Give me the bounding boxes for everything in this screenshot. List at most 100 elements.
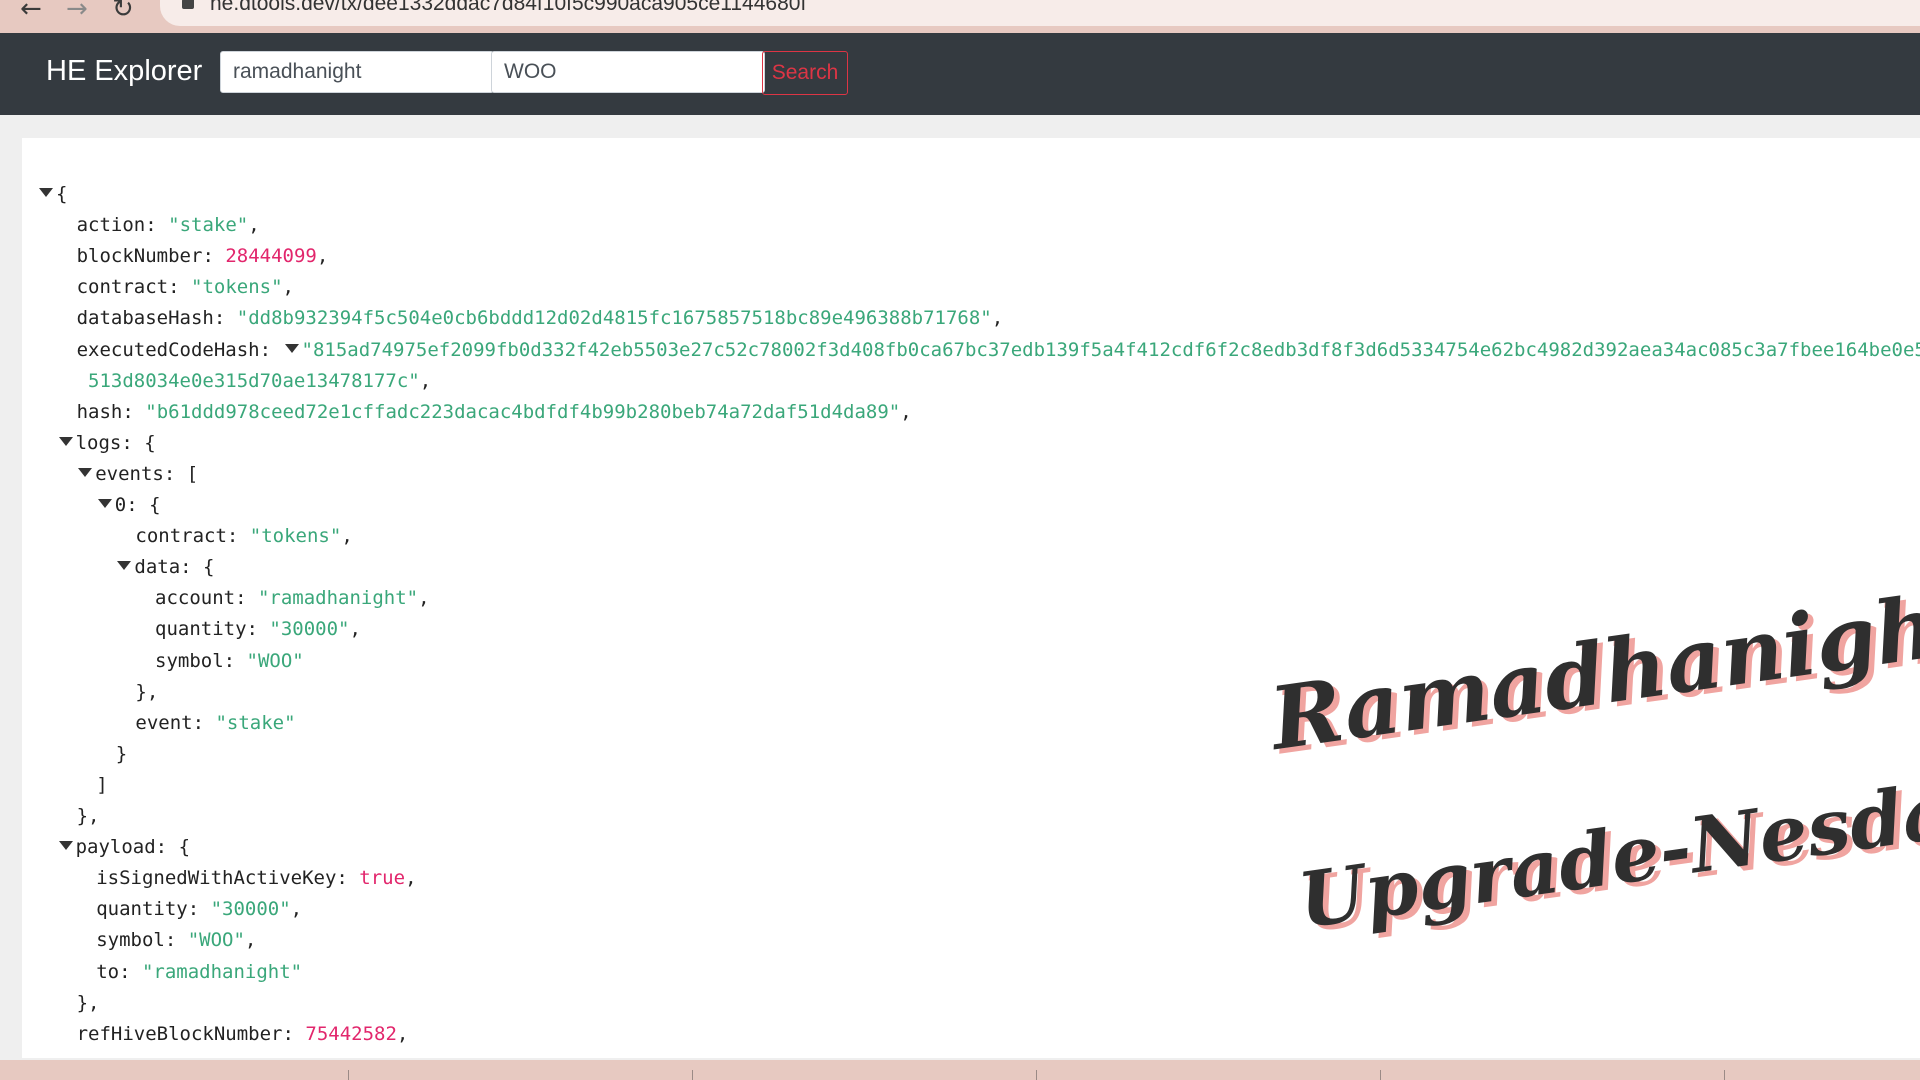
collapse-toggle-icon[interactable] xyxy=(58,841,73,851)
json-line: } xyxy=(116,739,127,770)
json-separator: : xyxy=(121,431,145,454)
json-value: "dd8b932394f5c504e0cb6bddd12d02d4815fc16… xyxy=(236,307,992,330)
json-key: logs xyxy=(75,431,122,454)
json-punct: , xyxy=(419,369,432,392)
json-separator: : xyxy=(336,867,360,890)
brand-title[interactable]: HE Explorer xyxy=(46,55,202,88)
json-punct: , xyxy=(396,1022,409,1045)
json-line: databaseHash: "dd8b932394f5c504e0cb6bddd… xyxy=(77,303,1004,334)
json-separator: : xyxy=(164,929,188,952)
collapse-toggle-icon[interactable] xyxy=(284,343,299,353)
collapse-toggle-icon[interactable] xyxy=(78,467,93,477)
address-bar[interactable]: he.dtools.dev/tx/dee1332ddac7d84f10f5c99… xyxy=(160,0,1920,26)
json-key: refHiveBlockNumber xyxy=(76,1022,283,1045)
json-line: }, xyxy=(135,677,158,708)
json-punct: , xyxy=(290,898,303,921)
json-separator: : xyxy=(246,618,270,641)
json-separator: : xyxy=(155,836,179,859)
url-text: he.dtools.dev/tx/dee1332ddac7d84f10f5c99… xyxy=(210,0,807,15)
json-separator: : xyxy=(235,587,258,610)
json-key: isSignedWithActiveKey xyxy=(96,867,337,890)
json-separator: : xyxy=(126,494,150,516)
json-key: executedCodeHash xyxy=(76,338,260,361)
json-key: to xyxy=(96,960,120,983)
json-line: hash: "b61ddd978ceed72e1cffadc223dacac4b… xyxy=(77,397,912,428)
search-button[interactable]: Search xyxy=(762,51,848,95)
json-value: { xyxy=(178,836,191,859)
json-line: contract: "tokens", xyxy=(77,272,294,303)
json-key: symbol xyxy=(155,649,224,672)
account-input[interactable] xyxy=(220,51,494,93)
json-value: "30000" xyxy=(210,898,291,921)
json-line: logs: { xyxy=(58,428,156,459)
collapse-toggle-icon[interactable] xyxy=(97,499,112,508)
json-value: "WOO" xyxy=(187,929,245,952)
json-key: symbol xyxy=(96,929,165,952)
collapse-toggle-icon[interactable] xyxy=(39,188,53,197)
json-value: ] xyxy=(96,773,108,796)
json-key: payload xyxy=(75,836,156,859)
json-line: ] xyxy=(96,770,107,801)
json-line: symbol: "WOO", xyxy=(96,925,256,956)
json-separator: : xyxy=(259,338,283,361)
json-value: "WOO" xyxy=(246,649,304,672)
collapse-toggle-icon[interactable] xyxy=(58,436,73,446)
json-value: "tokens" xyxy=(249,525,342,548)
taskbar-divider xyxy=(1724,1070,1725,1080)
json-line: }, xyxy=(77,988,100,1019)
json-key: contract xyxy=(76,276,169,299)
lock-icon xyxy=(182,0,194,9)
json-separator: : xyxy=(223,649,247,672)
json-value: "815ad74975ef2099fb0d332f42eb5503e27c52c… xyxy=(301,338,1920,361)
json-line: blockNumber: 28444099, xyxy=(77,241,329,272)
json-value: 28444099 xyxy=(225,245,317,268)
json-key: quantity xyxy=(96,898,188,921)
json-key: action xyxy=(76,214,146,237)
json-value: }, xyxy=(76,991,100,1014)
reload-icon[interactable]: ↻ xyxy=(112,0,134,24)
json-punct: , xyxy=(349,618,361,641)
json-line: quantity: "30000", xyxy=(155,614,361,645)
json-key: quantity xyxy=(155,618,247,641)
json-value: [ xyxy=(186,462,199,485)
json-key: hash xyxy=(76,400,123,423)
json-separator: : xyxy=(119,960,142,983)
json-separator: : xyxy=(168,276,191,299)
json-key: contract xyxy=(135,525,227,548)
json-key: data xyxy=(134,556,181,579)
json-line: isSignedWithActiveKey: true, xyxy=(96,863,416,894)
json-viewer-card: {action: "stake", blockNumber: 28444099, c… xyxy=(22,138,1920,1058)
collapse-toggle-icon[interactable] xyxy=(117,561,132,571)
json-key: events xyxy=(95,462,164,485)
json-punct: , xyxy=(341,525,353,548)
json-punct: , xyxy=(900,400,912,423)
taskbar-divider xyxy=(1380,1070,1381,1080)
json-line: action: "stake", xyxy=(77,210,260,241)
json-value: "b61ddd978ceed72e1cffadc223dacac4bdfdf4b… xyxy=(145,400,901,423)
json-punct: , xyxy=(418,587,430,610)
json-line: quantity: "30000", xyxy=(96,894,302,925)
json-separator: : xyxy=(145,214,169,237)
json-line: payload: { xyxy=(58,832,191,863)
back-icon[interactable]: ← xyxy=(20,0,42,24)
json-value: "ramadhanight" xyxy=(141,960,303,983)
json-line: account: "ramadhanight", xyxy=(155,583,430,614)
json-value: { xyxy=(144,431,156,454)
json-value: 513d8034e0e315d70ae13478177c" xyxy=(88,369,420,392)
json-line: to: "ramadhanight" xyxy=(96,957,302,988)
token-input[interactable] xyxy=(491,51,765,93)
json-value: "stake" xyxy=(215,711,296,734)
bottom-taskbar xyxy=(0,1060,1920,1080)
json-line: data: { xyxy=(117,552,215,583)
json-separator: : xyxy=(213,307,237,330)
json-punct: , xyxy=(248,214,260,237)
browser-toolbar: ← → ↻ he.dtools.dev/tx/dee1332ddac7d84f1… xyxy=(0,0,1920,33)
json-punct: , xyxy=(405,867,417,890)
json-value: } xyxy=(115,742,128,765)
json-key: blockNumber xyxy=(76,245,203,268)
forward-icon[interactable]: → xyxy=(66,0,88,24)
json-value: }, xyxy=(135,680,159,703)
json-key: event xyxy=(135,711,193,734)
json-value: true xyxy=(359,867,406,890)
json-separator: : xyxy=(187,898,211,921)
